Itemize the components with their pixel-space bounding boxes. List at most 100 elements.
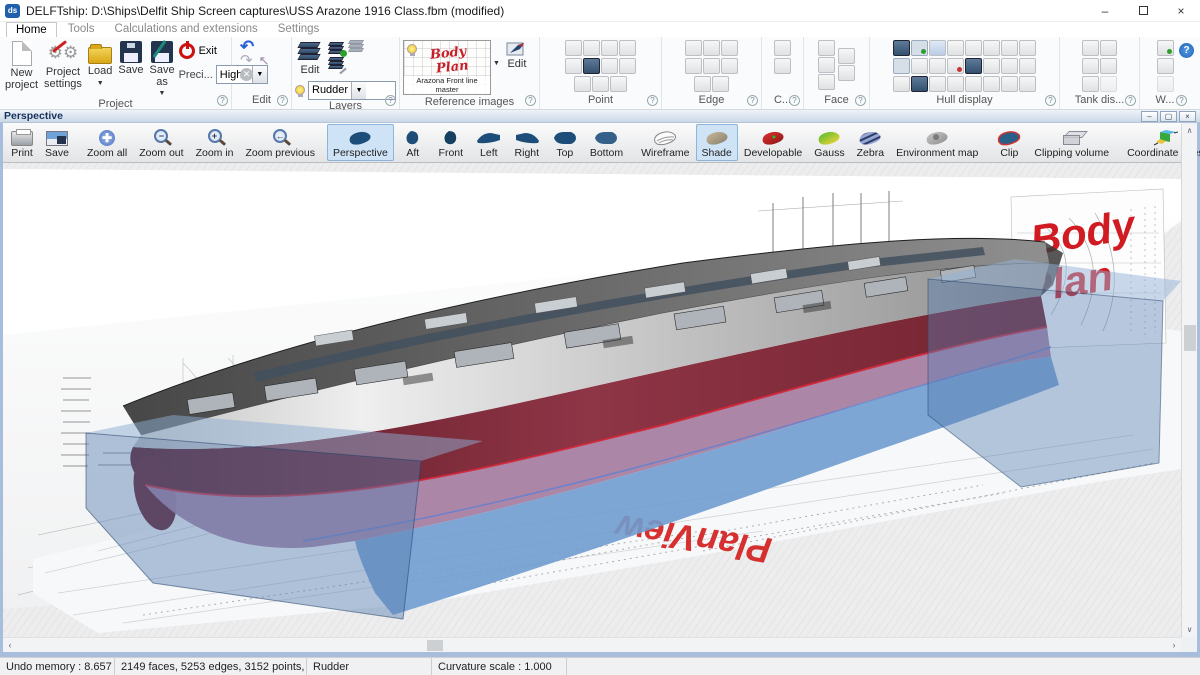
- hull-display-icon[interactable]: [983, 40, 1000, 56]
- tab-calculations[interactable]: Calculations and extensions: [106, 22, 267, 37]
- point-tool-icon[interactable]: [601, 40, 618, 56]
- layer-properties-icon[interactable]: [327, 57, 345, 71]
- minimize-icon[interactable]: –: [1086, 0, 1124, 22]
- developable-button[interactable]: Developable: [738, 124, 808, 161]
- point-tool-icon[interactable]: [619, 58, 636, 74]
- scroll-down-icon[interactable]: ∨: [1187, 623, 1193, 637]
- group-help-icon[interactable]: ?: [525, 95, 536, 106]
- window-tool-icon[interactable]: [1157, 58, 1174, 74]
- group-help-icon[interactable]: ?: [647, 95, 658, 106]
- chevron-down-icon[interactable]: ▼: [493, 40, 500, 67]
- view-right-button[interactable]: Right: [508, 124, 546, 161]
- tank-display-icon[interactable]: [1082, 58, 1099, 74]
- horizontal-scrollbar[interactable]: ‹ ›: [3, 637, 1181, 652]
- active-layer-select[interactable]: Rudder▼: [308, 81, 396, 100]
- tank-display-icon[interactable]: [1100, 58, 1117, 74]
- view-top-button[interactable]: Top: [546, 124, 584, 161]
- hull-display-icon[interactable]: [1019, 40, 1036, 56]
- face-tool-icon[interactable]: [818, 74, 835, 90]
- edge-tool-icon[interactable]: [694, 76, 711, 92]
- group-help-icon[interactable]: ?: [217, 95, 228, 106]
- point-tool-icon[interactable]: [610, 76, 627, 92]
- hull-display-icon[interactable]: [911, 40, 928, 56]
- environment-map-button[interactable]: Environment map: [890, 124, 984, 161]
- reference-edit-button[interactable]: Edit: [502, 40, 532, 72]
- edge-tool-icon[interactable]: [703, 40, 720, 56]
- close-icon[interactable]: ×: [1162, 0, 1200, 22]
- zoom-all-button[interactable]: ✚Zoom all: [81, 124, 133, 161]
- wireframe-button[interactable]: Wireframe: [635, 124, 695, 161]
- 3d-viewport[interactable]: PlanView Body Plan: [3, 163, 1181, 637]
- point-tool-icon[interactable]: [583, 40, 600, 56]
- hull-display-icon[interactable]: [911, 58, 928, 74]
- zoom-out-button[interactable]: −Zoom out: [133, 124, 189, 161]
- hull-display-icon[interactable]: [947, 58, 964, 74]
- hull-display-icon[interactable]: [1019, 76, 1036, 92]
- point-tool-icon[interactable]: [601, 58, 618, 74]
- shade-button[interactable]: Shade: [696, 124, 738, 161]
- tab-tools[interactable]: Tools: [59, 22, 104, 37]
- edge-tool-icon[interactable]: [712, 76, 729, 92]
- hull-display-icon[interactable]: [929, 58, 946, 74]
- viewport-maximize-icon[interactable]: ▢: [1160, 111, 1177, 122]
- group-help-icon[interactable]: ?: [855, 95, 866, 106]
- hull-display-icon[interactable]: [1001, 58, 1018, 74]
- viewport-close-icon[interactable]: ×: [1179, 111, 1196, 122]
- hull-display-icon[interactable]: [929, 40, 946, 56]
- face-tool-icon[interactable]: [838, 48, 855, 64]
- hull-display-icon[interactable]: [965, 40, 982, 56]
- zoom-previous-button[interactable]: ←Zoom previous: [240, 124, 321, 161]
- scroll-right-icon[interactable]: ›: [1167, 640, 1181, 650]
- zebra-button[interactable]: Zebra: [851, 124, 890, 161]
- layer-visibility-bulb-icon[interactable]: [295, 85, 305, 95]
- vertical-scrollbar[interactable]: ∧ ∨: [1181, 124, 1197, 637]
- hull-display-icon[interactable]: [983, 58, 1000, 74]
- hull-display-icon[interactable]: [965, 76, 982, 92]
- hull-display-icon[interactable]: [1001, 76, 1018, 92]
- point-tool-icon[interactable]: [592, 76, 609, 92]
- group-help-icon[interactable]: ?: [789, 95, 800, 106]
- group-help-icon[interactable]: ?: [277, 95, 288, 106]
- group-help-icon[interactable]: ?: [747, 95, 758, 106]
- point-tool-icon[interactable]: [565, 40, 582, 56]
- view-left-button[interactable]: Left: [470, 124, 508, 161]
- group-help-icon[interactable]: ?: [385, 95, 396, 106]
- print-button[interactable]: Print: [5, 124, 39, 161]
- point-tool-icon[interactable]: [619, 40, 636, 56]
- redo-icon[interactable]: ↷: [240, 55, 253, 67]
- project-settings-button[interactable]: ⚙⚙Project settings: [42, 40, 84, 91]
- add-layer-icon[interactable]: [327, 42, 345, 56]
- new-project-button[interactable]: New project: [3, 40, 40, 92]
- curve-tool-icon[interactable]: [774, 58, 791, 74]
- edge-tool-icon[interactable]: [685, 40, 702, 56]
- hull-display-icon[interactable]: [893, 76, 910, 92]
- group-help-icon[interactable]: ?: [1176, 95, 1187, 106]
- face-tool-icon[interactable]: [818, 57, 835, 73]
- scroll-up-icon[interactable]: ∧: [1187, 124, 1193, 138]
- save-button[interactable]: Save: [116, 40, 145, 78]
- view-front-button[interactable]: Front: [432, 124, 470, 161]
- point-tool-icon[interactable]: [583, 58, 600, 74]
- horizontal-scroll-thumb[interactable]: [427, 640, 443, 651]
- edge-tool-icon[interactable]: [685, 58, 702, 74]
- hull-display-icon[interactable]: [947, 76, 964, 92]
- hull-display-icon[interactable]: [983, 76, 1000, 92]
- zoom-in-button[interactable]: +Zoom in: [190, 124, 240, 161]
- save-as-button[interactable]: Save as▼: [147, 40, 176, 98]
- group-help-icon[interactable]: ?: [1045, 95, 1056, 106]
- hull-display-icon[interactable]: [1001, 40, 1018, 56]
- vertical-scroll-thumb[interactable]: [1184, 325, 1196, 351]
- reference-image-thumbnail[interactable]: Body Plan Arazona Front line master: [403, 40, 491, 95]
- clip-button[interactable]: Clip: [990, 124, 1028, 161]
- layers-edit-button[interactable]: Edit: [295, 40, 325, 78]
- load-button[interactable]: Load▼: [86, 40, 114, 88]
- face-tool-icon[interactable]: [818, 40, 835, 56]
- hull-display-icon[interactable]: [947, 40, 964, 56]
- hull-display-icon[interactable]: [893, 58, 910, 74]
- group-help-icon[interactable]: ?: [1125, 95, 1136, 106]
- view-aft-button[interactable]: Aft: [394, 124, 432, 161]
- curve-tool-icon[interactable]: [774, 40, 791, 56]
- tab-home[interactable]: Home: [6, 22, 57, 37]
- point-tool-icon[interactable]: [565, 58, 582, 74]
- scroll-left-icon[interactable]: ‹: [3, 640, 17, 650]
